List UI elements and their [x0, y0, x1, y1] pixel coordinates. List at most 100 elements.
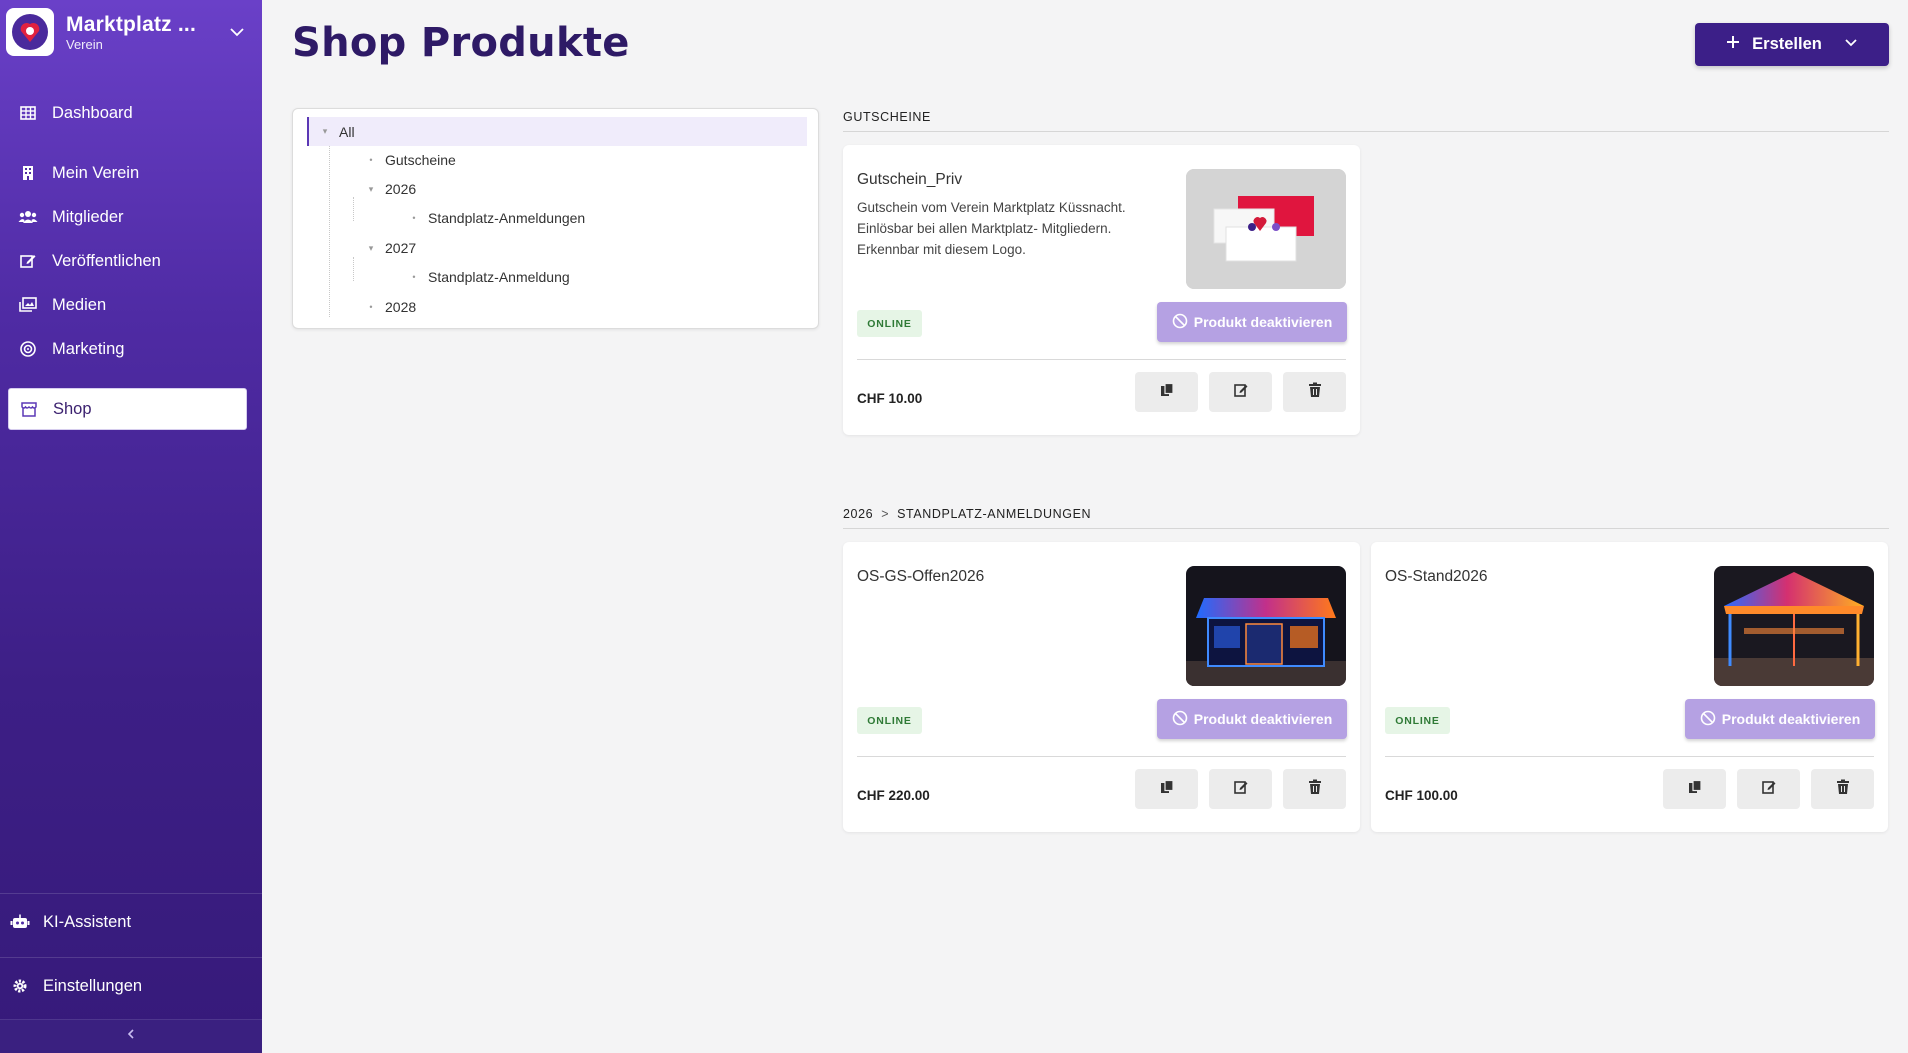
nav-marketing[interactable]: Marketing — [8, 328, 247, 370]
tree-node-label: Standplatz-Anmeldung — [428, 269, 570, 285]
ban-icon — [1172, 710, 1188, 729]
robot-icon — [10, 912, 30, 932]
trash-icon — [1836, 779, 1850, 800]
users-icon — [18, 207, 38, 227]
caret-down-icon: ▾ — [322, 126, 328, 136]
product-card: OS-Stand2026 ONLINE Produkt deaktivieren… — [1371, 542, 1888, 832]
tree-node-label: 2028 — [385, 299, 417, 315]
product-image[interactable] — [1186, 169, 1346, 289]
tree-node-2028[interactable]: • 2028 — [365, 293, 416, 321]
nav-marketing-label: Marketing — [52, 339, 125, 358]
duplicate-button[interactable] — [1135, 372, 1198, 412]
copy-icon — [1159, 779, 1175, 800]
nav-dashboard[interactable]: Dashboard — [8, 92, 247, 134]
trash-icon — [1308, 382, 1322, 403]
plus-icon — [1726, 35, 1740, 54]
page-title: Shop Produkte — [292, 20, 630, 66]
nav-mitglieder-label: Mitglieder — [52, 207, 124, 226]
nav-einstellungen-label: Einstellungen — [43, 976, 143, 995]
deactivate-label: Produkt deaktivieren — [1193, 711, 1333, 727]
nav-medien[interactable]: Medien — [8, 284, 247, 326]
tree-node-gutscheine[interactable]: • Gutscheine — [365, 146, 456, 174]
chevron-down-icon[interactable] — [226, 21, 248, 43]
tree-node-standplatz-anmeldung[interactable]: • Standplatz-Anmeldung — [408, 263, 570, 291]
nav-ki-assistent-label: KI-Assistent — [43, 912, 132, 931]
tree-node-label: 2027 — [385, 240, 417, 256]
tree-guide — [329, 145, 330, 317]
caret-down-icon: ▾ — [368, 242, 374, 253]
tree-node-label: Gutscheine — [385, 152, 456, 168]
status-badge: ONLINE — [857, 310, 922, 337]
edit-button[interactable] — [1737, 769, 1800, 809]
product-image[interactable] — [1186, 566, 1346, 686]
delete-button[interactable] — [1283, 372, 1346, 412]
duplicate-button[interactable] — [1663, 769, 1726, 809]
tree-node-standplatz-anmeldungen[interactable]: • Standplatz-Anmeldungen — [408, 204, 585, 232]
breadcrumb-year: 2026 — [843, 507, 874, 521]
edit-button[interactable] — [1209, 372, 1272, 412]
edit-icon — [1233, 382, 1249, 403]
product-card: Gutschein_Priv Gutschein vom Verein Mark… — [843, 145, 1360, 435]
nav-medien-label: Medien — [52, 295, 107, 314]
deactivate-product-button[interactable]: Produkt deaktivieren — [1685, 699, 1875, 739]
nav-veroeffentlichen[interactable]: Veröffentlichen — [8, 240, 247, 282]
tree-node-label: All — [339, 123, 355, 140]
nav-dashboard-label: Dashboard — [52, 103, 133, 122]
images-icon — [18, 295, 38, 315]
tree-node-all[interactable]: ▾ All — [307, 117, 807, 146]
create-button-label: Erstellen — [1752, 35, 1822, 53]
brand-logo — [6, 8, 54, 56]
status-badge: ONLINE — [1385, 707, 1450, 734]
deactivate-label: Produkt deaktivieren — [1193, 314, 1333, 330]
product-price: CHF 10.00 — [857, 391, 923, 406]
edit-icon — [1761, 779, 1777, 800]
copy-icon — [1687, 779, 1703, 800]
duplicate-button[interactable] — [1135, 769, 1198, 809]
product-price: CHF 220.00 — [857, 788, 930, 803]
deactivate-product-button[interactable]: Produkt deaktivieren — [1157, 302, 1347, 342]
edit-icon — [1233, 779, 1249, 800]
nav-mitglieder[interactable]: Mitglieder — [8, 196, 247, 238]
chevron-left-icon — [124, 1027, 138, 1046]
product-title: Gutschein_Priv — [857, 171, 963, 188]
tree-node-label: Standplatz-Anmeldungen — [428, 210, 586, 226]
product-title: OS-Stand2026 — [1385, 568, 1488, 585]
tree-node-2026[interactable]: ▾ 2026 — [365, 175, 416, 203]
product-title: OS-GS-Offen2026 — [857, 568, 985, 585]
category-tree: ▾ All • Gutscheine ▾ 2026 • Standplatz-A… — [292, 108, 819, 329]
brand-name: Marktplatz ... — [66, 12, 196, 36]
nav-shop[interactable]: Shop — [8, 388, 247, 430]
chevron-down-icon — [1844, 35, 1858, 54]
status-badge: ONLINE — [857, 707, 922, 734]
delete-button[interactable] — [1283, 769, 1346, 809]
product-price: CHF 100.00 — [1385, 788, 1458, 803]
bullet-icon: • — [412, 213, 416, 223]
ban-icon — [1700, 710, 1716, 729]
nav-mein-verein[interactable]: Mein Verein — [8, 152, 247, 194]
edit-button[interactable] — [1209, 769, 1272, 809]
grid-icon — [18, 103, 38, 123]
product-image[interactable] — [1714, 566, 1874, 686]
brand-subtitle: Verein — [66, 36, 103, 52]
caret-down-icon: ▾ — [368, 183, 374, 194]
nav-veroeffentlichen-label: Veröffentlichen — [52, 251, 161, 270]
deactivate-product-button[interactable]: Produkt deaktivieren — [1157, 699, 1347, 739]
tree-node-2027[interactable]: ▾ 2027 — [365, 234, 416, 262]
divider — [857, 359, 1346, 360]
deactivate-label: Produkt deaktivieren — [1721, 711, 1861, 727]
nav-ki-assistent[interactable]: KI-Assistent — [0, 892, 262, 952]
product-card: OS-GS-Offen2026 ONLINE Produkt deaktivie… — [843, 542, 1360, 832]
nav-einstellungen[interactable]: Einstellungen — [0, 956, 262, 1016]
section-header-standplatz: 2026 > STANDPLATZ-ANMELDUNGEN — [843, 507, 1889, 529]
brand-switcher[interactable]: Marktplatz ... Verein — [6, 6, 256, 58]
product-description: Gutschein vom Verein Marktplatz Küssnach… — [857, 200, 1126, 257]
collapse-sidebar-button[interactable] — [0, 1019, 262, 1053]
bullet-icon: • — [412, 272, 416, 282]
divider — [857, 756, 1346, 757]
gear-icon — [10, 976, 30, 996]
tree-guide — [353, 257, 354, 281]
create-button[interactable]: Erstellen — [1695, 23, 1889, 66]
divider — [1385, 756, 1874, 757]
delete-button[interactable] — [1811, 769, 1874, 809]
section-header-gutscheine: GUTSCHEINE — [843, 110, 1889, 132]
